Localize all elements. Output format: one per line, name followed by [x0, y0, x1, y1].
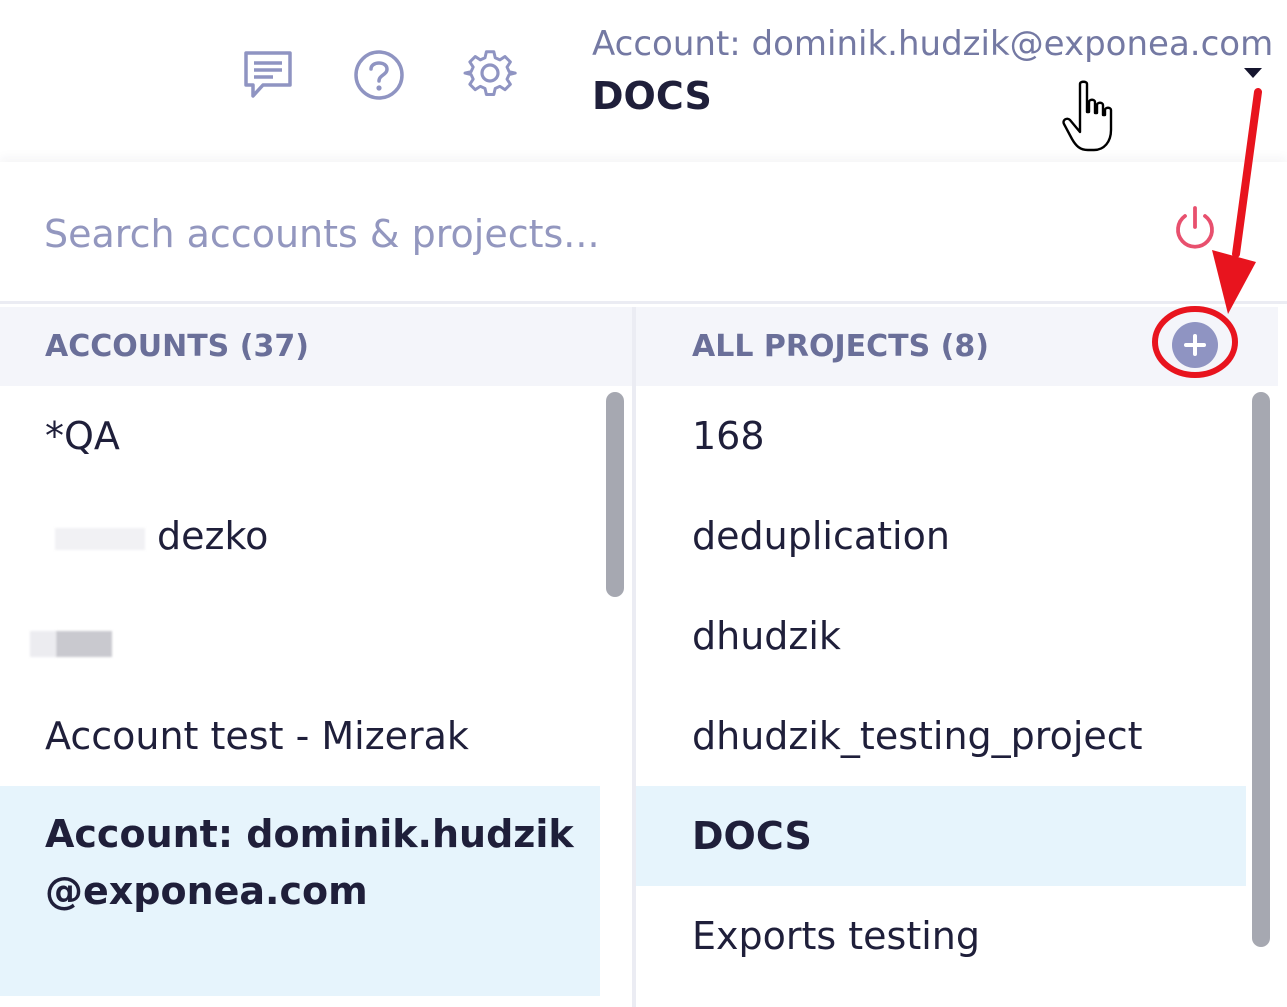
dropdown-caret-icon[interactable]	[1244, 68, 1262, 78]
add-project-plus-icon[interactable]	[1172, 322, 1218, 368]
account-item-label: Account: dominik.hudzik@exponea.com	[45, 812, 574, 913]
top-bar: Account: dominik.hudzik@exponea.com DOCS	[0, 0, 1287, 160]
project-item-selected[interactable]: DOCS	[636, 786, 1246, 886]
accounts-header-label: ACCOUNTS (37)	[45, 329, 309, 364]
projects-scrollbar[interactable]	[1252, 392, 1270, 947]
search-bar	[0, 162, 1287, 304]
project-item[interactable]: dhudzik	[636, 586, 1246, 686]
feedback-icon[interactable]	[241, 48, 295, 102]
account-project-dropdown: ACCOUNTS (37) ALL PROJECTS (8) *QA dezko…	[0, 162, 1287, 1007]
current-account-label: Account: dominik.hudzik@exponea.com	[592, 24, 1274, 64]
account-item[interactable]	[0, 586, 600, 686]
accounts-scrollbar[interactable]	[606, 392, 624, 597]
accounts-header: ACCOUNTS (37)	[0, 307, 632, 386]
help-icon[interactable]	[352, 48, 406, 102]
project-item[interactable]: dhudzik_testing_project	[636, 686, 1246, 786]
projects-header-label: ALL PROJECTS (8)	[692, 329, 989, 364]
redacted-text	[56, 631, 112, 657]
account-item-label: *QA	[45, 414, 120, 458]
account-item[interactable]: Account test - Mizerak	[0, 686, 600, 786]
account-item-label: dezko	[157, 514, 269, 558]
project-item-label: dhudzik	[692, 614, 841, 658]
account-item[interactable]: *QA	[0, 386, 600, 486]
current-project-name: DOCS	[592, 74, 712, 118]
accounts-list: *QA dezko Account test - Mizerak Account…	[0, 386, 600, 1007]
hand-cursor-icon	[1062, 80, 1113, 152]
project-item[interactable]: 168	[636, 386, 1246, 486]
project-item-label: deduplication	[692, 514, 950, 558]
project-item-label: Exports testing	[692, 914, 981, 958]
projects-list: 168 deduplication dhudzik dhudzik_testin…	[636, 386, 1246, 1007]
logout-power-icon[interactable]	[1170, 204, 1220, 254]
account-item-selected[interactable]: Account: dominik.hudzik@exponea.com	[0, 786, 600, 996]
settings-icon[interactable]	[463, 48, 517, 102]
redacted-text	[55, 528, 145, 550]
redacted-text	[30, 631, 56, 657]
project-item[interactable]: deduplication	[636, 486, 1246, 586]
project-item-label: DOCS	[692, 814, 812, 858]
account-item[interactable]: dezko	[0, 486, 600, 586]
account-item-label: Account test - Mizerak	[45, 714, 469, 758]
project-item[interactable]: Exports testing	[636, 886, 1246, 986]
search-input[interactable]	[44, 198, 1124, 270]
project-item-label: 168	[692, 414, 765, 458]
project-item-label: dhudzik_testing_project	[692, 714, 1143, 758]
